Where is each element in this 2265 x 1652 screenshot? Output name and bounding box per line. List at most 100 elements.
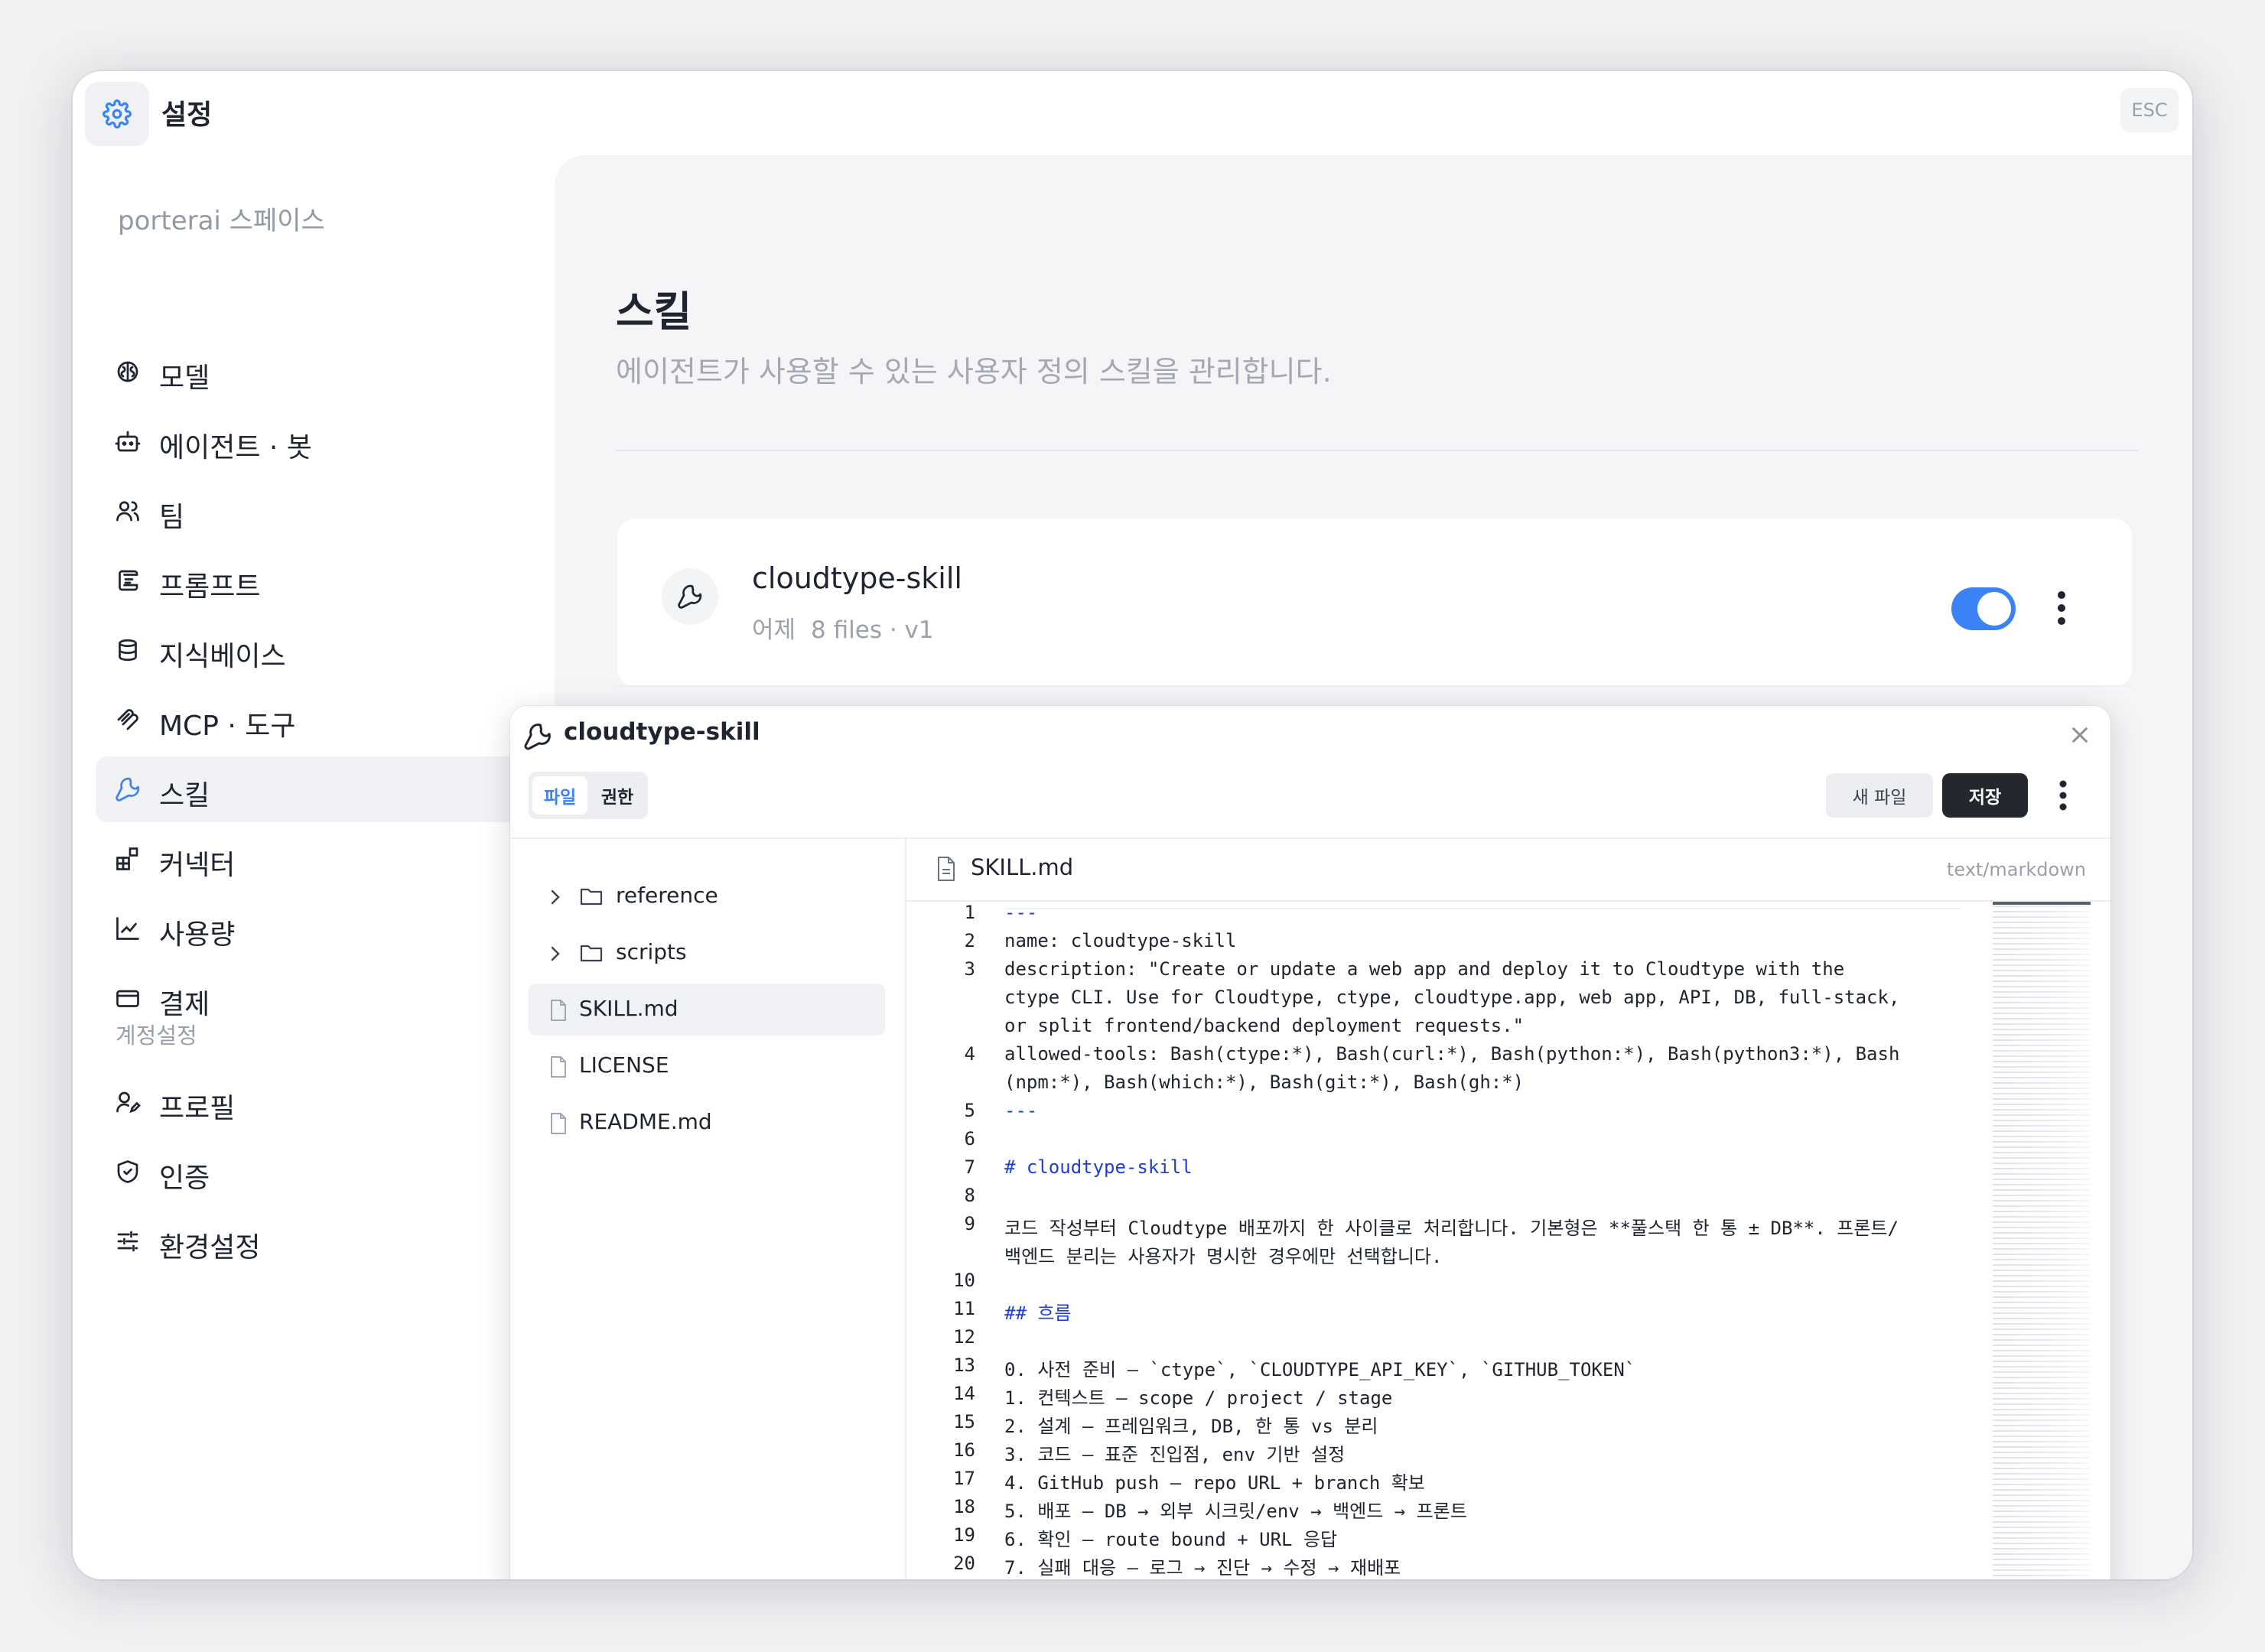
toggle-knob [1977, 592, 2011, 626]
editor-filename: SKILL.md [971, 854, 1074, 880]
code-line: 3. 코드 — 표준 진입점, env 기반 설정 [1004, 1444, 1346, 1465]
tree-label: README.md [579, 1109, 712, 1134]
line-number: 9 [964, 1213, 975, 1234]
sidebar-item-auth[interactable]: 인증 [96, 1139, 538, 1205]
code-line: ctype CLI. Use for Cloudtype, ctype, clo… [1004, 987, 1900, 1008]
line-number: 8 [964, 1185, 975, 1206]
code-line: 백엔드 분리는 사용자가 명시한 경우에만 선택합니다. [1004, 1246, 1443, 1267]
new-file-button[interactable]: 새 파일 [1826, 773, 1933, 818]
code-line: --- [1004, 902, 1038, 923]
sidebar-item-knowledge[interactable]: 지식베이스 [96, 617, 538, 683]
tree-file-license[interactable]: LICENSE [529, 1040, 885, 1092]
page-subtitle: 에이전트가 사용할 수 있는 사용자 정의 스킬을 관리합니다. [616, 355, 1332, 389]
sidebar-item-label: 팀 [159, 502, 185, 533]
sidebar-item-label: 인증 [159, 1163, 210, 1194]
code-line: (npm:*), Bash(which:*), Bash(git:*), Bas… [1004, 1072, 1525, 1093]
file-icon [548, 1055, 568, 1078]
sidebar-item-preferences[interactable]: 환경설정 [96, 1208, 538, 1274]
wrench-icon [522, 721, 553, 752]
sidebar-item-label: 커넥터 [159, 850, 236, 881]
sidebar-item-profile[interactable]: 프로필 [96, 1069, 538, 1135]
chevron-right-icon [547, 944, 564, 964]
more-vertical-icon[interactable] [2048, 772, 2078, 819]
file-icon [548, 1112, 568, 1135]
sidebar-item-label: 결제 [159, 989, 210, 1020]
line-number: 14 [953, 1383, 975, 1404]
skill-name: cloudtype-skill [752, 561, 962, 595]
skill-meta: 어제 8 files · v1 [752, 610, 934, 645]
code-editor[interactable]: 1 2 3 4 5 6 7 8 9 10 11 12 13 14 15 16 1… [906, 902, 2110, 1579]
line-number: 7 [964, 1156, 975, 1178]
code-line: # cloudtype-skill [1004, 1156, 1193, 1178]
account-section-label: 계정설정 [116, 1023, 197, 1049]
database-icon [114, 636, 142, 664]
code-line: or split frontend/backend deployment req… [1004, 1015, 1525, 1036]
sidebar-item-team[interactable]: 팀 [96, 478, 538, 544]
close-icon[interactable] [2065, 720, 2095, 750]
line-number: 6 [964, 1128, 975, 1150]
divider [616, 450, 2138, 451]
minimap-viewport[interactable] [1993, 902, 2091, 905]
gear-icon [85, 82, 149, 146]
code-line: 6. 확인 — route bound + URL 응답 [1004, 1529, 1338, 1550]
code-line: name: cloudtype-skill [1004, 930, 1237, 951]
tab-switcher: 파일 권한 [529, 772, 648, 819]
sidebar-item-prompts[interactable]: 프롬프트 [96, 548, 538, 613]
sidebar-item-label: 모델 [159, 363, 210, 394]
tree-label: SKILL.md [579, 996, 679, 1021]
tree-label: scripts [616, 939, 687, 964]
line-number: 17 [953, 1468, 975, 1489]
code-line: 5. 배포 — DB → 외부 시크릿/env → 백엔드 → 프론트 [1004, 1501, 1467, 1522]
more-vertical-icon[interactable] [2046, 581, 2077, 635]
tab-permissions[interactable]: 권한 [590, 776, 645, 815]
folder-icon [579, 886, 604, 907]
skill-card[interactable]: cloudtype-skill 어제 8 files · v1 [617, 519, 2132, 687]
line-number: 15 [953, 1411, 975, 1432]
line-number: 3 [964, 958, 975, 980]
card-divider [617, 685, 2132, 687]
line-number: 13 [953, 1354, 975, 1376]
sidebar-item-agents[interactable]: 에이전트 · 봇 [96, 408, 538, 474]
tree-file-readme[interactable]: README.md [529, 1097, 885, 1149]
page-title: 스킬 [616, 288, 692, 336]
tab-files[interactable]: 파일 [532, 776, 587, 815]
code-line: 7. 실패 대응 — 로그 → 진단 → 수정 → 재배포 [1004, 1557, 1401, 1579]
bot-icon [114, 428, 142, 455]
sliders-icon [114, 1228, 142, 1255]
sidebar-item-skills[interactable]: 스킬 [96, 756, 538, 822]
code-line: ## 흐름 [1004, 1302, 1072, 1324]
editor-minimap[interactable] [1993, 902, 2091, 1579]
skill-updated: 어제 [752, 616, 796, 644]
sidebar-item-models[interactable]: 모델 [96, 339, 538, 405]
users-icon [114, 497, 142, 525]
sidebar-item-label: 환경설정 [159, 1232, 261, 1263]
blocks-icon [114, 845, 142, 873]
line-number: 4 [964, 1043, 975, 1065]
sidebar-item-mcp[interactable]: MCP · 도구 [96, 687, 538, 753]
user-pen-icon [114, 1088, 142, 1116]
credit-card-icon [114, 984, 142, 1012]
tree-folder-reference[interactable]: reference [529, 870, 885, 922]
tree-folder-scripts[interactable]: scripts [529, 927, 885, 979]
skill-editor-modal: cloudtype-skill 파일 권한 새 파일 저장 reference … [510, 706, 2110, 1579]
code-line: 4. GitHub push — repo URL + branch 확보 [1004, 1472, 1425, 1494]
line-number: 19 [953, 1524, 975, 1546]
scroll-icon [114, 567, 142, 594]
esc-button[interactable]: ESC [2120, 88, 2179, 132]
sidebar-item-label: 사용량 [159, 919, 236, 951]
code-line: 1. 컨텍스트 — scope / project / stage [1004, 1387, 1393, 1409]
mcp-icon [114, 706, 142, 733]
sidebar-item-connectors[interactable]: 커넥터 [96, 826, 538, 892]
line-number: 1 [964, 902, 975, 923]
tree-file-skill-md[interactable]: SKILL.md [529, 984, 885, 1036]
line-number: 5 [964, 1100, 975, 1121]
sidebar-item-usage[interactable]: 사용량 [96, 896, 538, 961]
line-number: 12 [953, 1326, 975, 1348]
chevron-right-icon [547, 887, 564, 907]
save-button[interactable]: 저장 [1942, 773, 2028, 818]
title-bar: 설정 ESC [73, 71, 2192, 155]
sidebar-item-label: 에이전트 · 봇 [159, 432, 312, 463]
line-number: 20 [953, 1553, 975, 1574]
skill-enabled-toggle[interactable] [1951, 587, 2016, 630]
code-line: allowed-tools: Bash(ctype:*), Bash(curl:… [1004, 1043, 1900, 1065]
